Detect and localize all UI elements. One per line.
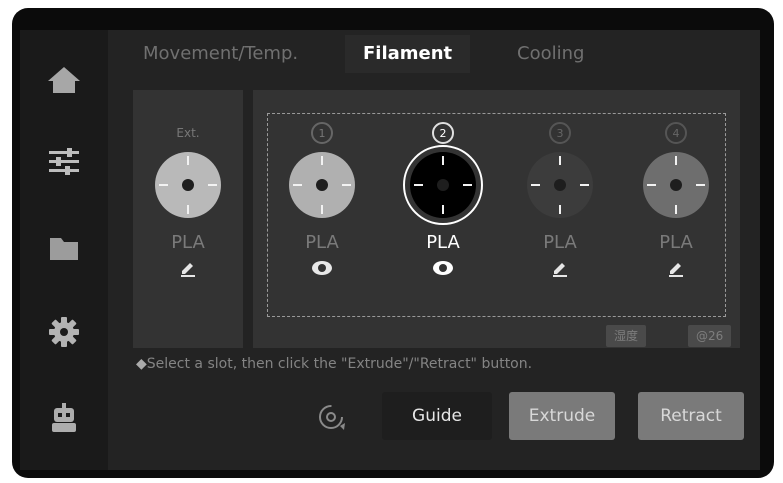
ams-slot-2[interactable]: 2 PLA <box>398 118 488 278</box>
folder-icon <box>50 238 78 260</box>
spool-hub <box>554 179 566 191</box>
spool-graphic <box>527 152 593 218</box>
edit-icon[interactable] <box>143 258 233 278</box>
spool-tick <box>321 205 323 214</box>
sliders-icon <box>49 148 79 175</box>
filament-type: PLA <box>659 232 693 253</box>
filament-type: PLA <box>426 232 460 253</box>
spool-graphic <box>403 145 483 225</box>
tab-filament[interactable]: Filament <box>345 35 471 73</box>
spool-tick <box>293 184 302 186</box>
spool-tick <box>442 205 444 214</box>
spool-tick <box>559 156 561 165</box>
slot-number: 1 <box>311 122 333 144</box>
external-slot[interactable]: Ext. PLA <box>143 118 233 278</box>
spool-tick <box>187 156 189 165</box>
spool-tick <box>442 156 444 165</box>
filament-type: PLA <box>543 232 577 253</box>
spool-tick <box>675 156 677 165</box>
temperature-badge: @26 <box>688 325 732 347</box>
sidebar-item-assistant[interactable] <box>42 396 86 440</box>
sidebar <box>20 30 108 470</box>
spool-tick <box>208 184 217 186</box>
spool-hub <box>182 179 194 191</box>
filament-type: PLA <box>305 232 339 253</box>
slot-number: 2 <box>432 122 454 144</box>
edit-icon[interactable] <box>515 258 605 278</box>
spool-graphic <box>155 152 221 218</box>
spool-hub <box>316 179 328 191</box>
tab-movement-temp[interactable]: Movement/Temp. <box>143 35 298 73</box>
spool-tick <box>342 184 351 186</box>
slot-number: 4 <box>665 122 687 144</box>
spool-tick <box>463 184 472 186</box>
spool-graphic <box>289 152 355 218</box>
spool-tick <box>647 184 656 186</box>
robot-icon <box>52 403 76 432</box>
filament-swap-icon[interactable] <box>316 402 346 432</box>
guide-button[interactable]: Guide <box>382 392 492 440</box>
sidebar-item-settings[interactable] <box>42 140 86 184</box>
ams-slot-3[interactable]: 3 PLA <box>515 118 605 278</box>
edit-icon[interactable] <box>631 258 721 278</box>
spool-tick <box>414 184 423 186</box>
eye-icon[interactable] <box>398 258 488 278</box>
home-icon <box>48 67 80 93</box>
eye-icon[interactable] <box>277 258 367 278</box>
instruction-hint: ◆Select a slot, then click the "Extrude"… <box>136 356 532 372</box>
bullet-icon: ◆ <box>136 356 147 372</box>
spool-tick <box>675 205 677 214</box>
tab-cooling[interactable]: Cooling <box>517 35 584 73</box>
extrude-button[interactable]: Extrude <box>509 392 615 440</box>
ams-slot-1[interactable]: 1 PLA <box>277 118 367 278</box>
filament-type: PLA <box>171 232 205 253</box>
sidebar-item-home[interactable] <box>42 58 86 102</box>
spool-tick <box>531 184 540 186</box>
spool-tick <box>580 184 589 186</box>
external-slot-label: Ext. <box>176 126 200 140</box>
retract-button[interactable]: Retract <box>638 392 744 440</box>
spool-hub <box>437 179 449 191</box>
sidebar-item-settings-gear[interactable] <box>42 310 86 354</box>
spool-tick <box>321 156 323 165</box>
spool-tick <box>159 184 168 186</box>
sidebar-item-files[interactable] <box>42 226 86 270</box>
ams-slot-4[interactable]: 4 PLA <box>631 118 721 278</box>
spool-tick <box>559 205 561 214</box>
spool-tick <box>696 184 705 186</box>
humidity-badge: 湿度 <box>606 325 647 347</box>
spool-tick <box>187 205 189 214</box>
gear-icon <box>49 317 79 347</box>
hint-text: Select a slot, then click the "Extrude"/… <box>146 356 533 372</box>
spool-hub <box>670 179 682 191</box>
slot-number: 3 <box>549 122 571 144</box>
spool-graphic <box>643 152 709 218</box>
